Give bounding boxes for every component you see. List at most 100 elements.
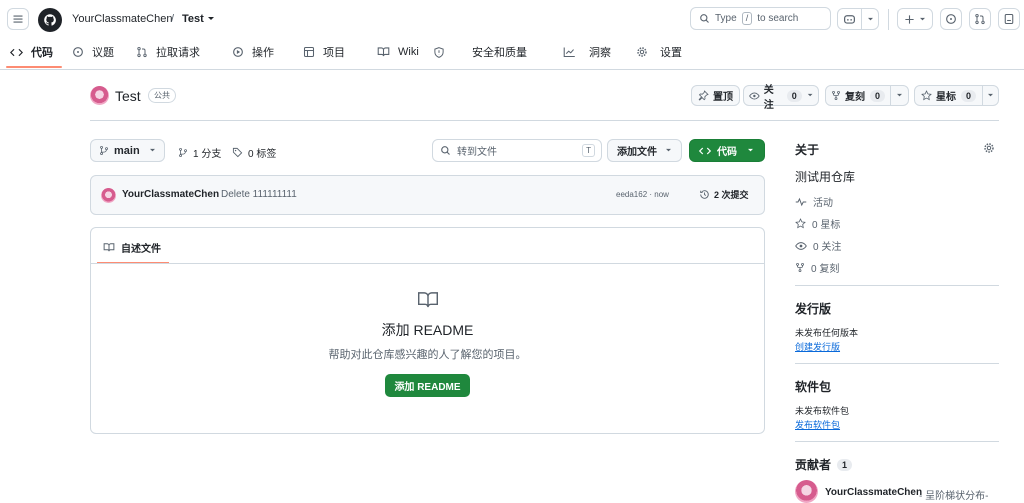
contributors-count: 1 — [837, 458, 853, 471]
hamburger-icon — [13, 15, 23, 23]
plus-icon — [905, 14, 914, 24]
code-button[interactable]: 代码 — [689, 139, 765, 162]
commit-message[interactable]: Delete 111111111 — [221, 189, 297, 200]
tab-issues[interactable]: 议题 — [72, 44, 114, 60]
tab-pull-requests[interactable]: 拉取请求 — [136, 44, 200, 60]
code-icon — [10, 48, 23, 56]
commits-link[interactable]: 2 次提交 — [699, 188, 749, 201]
contributor-note: - 呈阶梯状分布- — [919, 491, 989, 502]
sidebar-divider — [795, 363, 999, 364]
readme-title: 添加 README — [381, 322, 474, 338]
repo-header-divider — [90, 120, 999, 121]
issue-icon — [73, 47, 83, 57]
star-icon — [795, 218, 806, 229]
chevron-down-icon — [920, 17, 925, 20]
star-button[interactable]: 星标 0 — [914, 85, 999, 106]
tab-projects[interactable]: 项目 — [303, 44, 345, 60]
fork-button[interactable]: 复刻 0 — [825, 85, 909, 106]
tab-insights[interactable]: 洞察 — [563, 44, 611, 60]
branch-icon — [100, 145, 108, 156]
tag-icon — [232, 147, 243, 158]
avatar — [90, 86, 109, 105]
branch-icon — [179, 147, 187, 158]
create-release-link[interactable]: 创建发行版 — [795, 340, 840, 353]
book-icon — [103, 243, 115, 252]
goto-shortcut-key: T — [582, 144, 595, 157]
releases-empty-text: 未发布任何版本 — [795, 328, 859, 338]
tab-wiki[interactable]: Wiki — [377, 44, 419, 60]
tabs-divider — [0, 69, 1024, 70]
pull-requests-button[interactable] — [969, 8, 991, 30]
header-divider — [888, 9, 889, 30]
inbox-button[interactable] — [998, 8, 1020, 30]
tab-security[interactable]: 安全和质量 — [433, 44, 527, 60]
history-icon — [700, 190, 709, 199]
fork-icon — [796, 262, 804, 273]
gear-icon — [637, 47, 647, 57]
repo-description: 测试用仓库 — [795, 170, 856, 184]
sidebar-divider — [795, 285, 999, 286]
table-icon — [303, 46, 315, 58]
avatar[interactable] — [795, 480, 818, 503]
readme-description: 帮助对此仓库感兴趣的人了解您的项目。 — [328, 349, 527, 361]
latest-commit-bar: YourClassmateChen Delete 111111111 eeda1… — [90, 175, 765, 215]
pin-button[interactable]: 置顶 — [691, 85, 740, 106]
create-new-button[interactable] — [897, 8, 933, 30]
active-tab-indicator — [6, 66, 62, 68]
packages-title[interactable]: 软件包 — [795, 378, 831, 395]
search-icon — [700, 14, 709, 23]
packages-empty-text: 未发布软件包 — [795, 406, 850, 416]
pull-request-icon — [975, 13, 985, 25]
contributor-name[interactable]: YourClassmateChen — [825, 487, 922, 498]
repo-link[interactable]: Test — [182, 13, 204, 25]
owner-link[interactable]: YourClassmateChen — [72, 13, 172, 25]
commit-hash-time[interactable]: eeda162 · now — [616, 190, 669, 199]
branch-selector[interactable]: main — [90, 139, 165, 162]
stars-link[interactable]: 0 星标 — [795, 216, 840, 231]
sidebar-divider — [795, 441, 999, 442]
readme-tab[interactable]: 自述文件 — [103, 240, 161, 255]
fork-icon — [832, 90, 840, 101]
watch-count: 0 — [786, 89, 802, 102]
gear-icon[interactable] — [983, 142, 995, 154]
search-shortcut-key: / — [741, 12, 753, 25]
publish-package-link[interactable]: 发布软件包 — [795, 418, 840, 431]
star-count: 0 — [961, 89, 977, 102]
watch-button[interactable]: 关注 0 — [743, 85, 819, 111]
book-icon — [418, 292, 438, 308]
copilot-button[interactable] — [837, 8, 879, 30]
github-logo-icon[interactable] — [38, 8, 62, 32]
watchers-link[interactable]: 0 关注 — [795, 238, 841, 253]
add-readme-button[interactable]: 添加 README — [385, 374, 470, 397]
chevron-down-icon — [867, 17, 873, 20]
chevron-down-icon — [149, 148, 155, 152]
branches-link[interactable]: 1 分支 — [178, 145, 221, 160]
issue-icon — [946, 14, 956, 24]
readme-panel: 自述文件 添加 README 帮助对此仓库感兴趣的人了解您的项目。 添加 REA… — [90, 227, 765, 434]
go-to-file-input[interactable]: 转到文件 T — [432, 139, 602, 162]
contributors-header[interactable]: 贡献者 1 — [795, 456, 853, 473]
issues-button[interactable] — [940, 8, 962, 30]
pulse-icon — [795, 197, 807, 206]
add-file-button[interactable]: 添加文件 — [607, 139, 682, 162]
tab-actions[interactable]: 操作 — [232, 44, 274, 60]
chevron-down-icon — [897, 93, 902, 97]
forks-link[interactable]: 0 复刻 — [795, 260, 839, 275]
commit-author[interactable]: YourClassmateChen — [122, 189, 219, 200]
search-input[interactable]: Type / to search — [690, 7, 831, 30]
menu-button[interactable] — [7, 8, 29, 30]
tags-link[interactable]: 0 标签 — [232, 145, 276, 160]
tab-settings[interactable]: 设置 — [636, 44, 682, 60]
inbox-icon — [1004, 13, 1014, 25]
breadcrumb-separator: / — [171, 13, 175, 25]
search-icon — [441, 146, 450, 155]
contributors-title: 贡献者 — [795, 458, 832, 472]
releases-title[interactable]: 发行版 — [795, 300, 831, 317]
activity-link[interactable]: 活动 — [795, 194, 833, 209]
chevron-down-icon — [666, 148, 671, 152]
fork-count: 0 — [870, 89, 886, 102]
avatar — [101, 188, 116, 203]
pin-icon — [698, 90, 709, 101]
chevron-down-icon[interactable] — [207, 16, 215, 22]
tab-code[interactable]: 代码 — [10, 44, 53, 60]
